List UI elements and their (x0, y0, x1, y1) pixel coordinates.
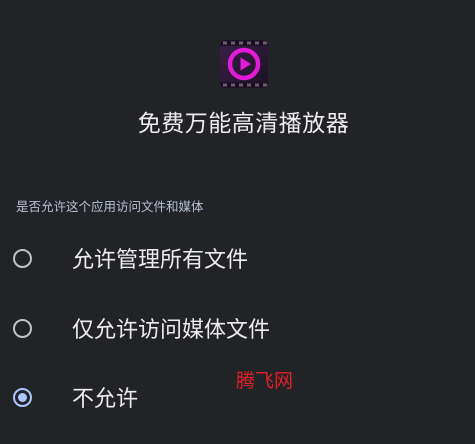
option-allow-media-only[interactable]: 仅允许访问媒体文件 (0, 300, 475, 356)
app-icon (220, 40, 268, 88)
option-label: 仅允许访问媒体文件 (72, 318, 271, 343)
option-label: 允许管理所有文件 (72, 248, 249, 273)
radio-button[interactable] (13, 318, 32, 338)
play-circle-icon (220, 40, 268, 88)
option-label: 不允许 (72, 387, 139, 412)
app-title: 免费万能高清播放器 (137, 111, 350, 137)
radio-button-selected[interactable] (13, 387, 32, 407)
watermark-text: 腾飞网 (236, 370, 294, 392)
option-allow-all-files[interactable]: 允许管理所有文件 (0, 230, 475, 286)
radio-button[interactable] (13, 248, 32, 268)
permission-question: 是否允许这个应用访问文件和媒体 (16, 199, 204, 214)
